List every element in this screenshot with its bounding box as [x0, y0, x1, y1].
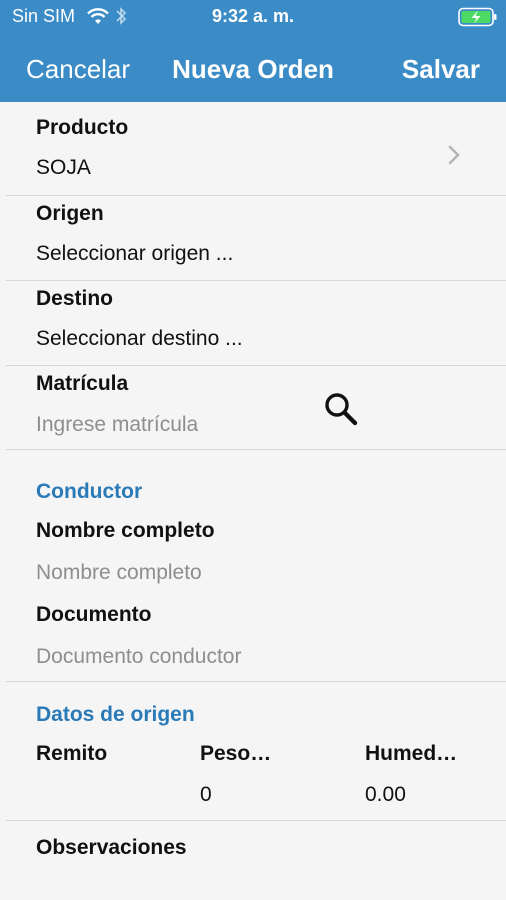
producto-value: SOJA	[36, 156, 91, 179]
divider	[6, 820, 506, 821]
battery-charging-icon	[458, 7, 497, 27]
chevron-right-icon	[448, 145, 460, 165]
nombre-completo-label: Nombre completo	[36, 519, 215, 542]
status-bar: Sin SIM 9:32 a. m.	[0, 0, 506, 34]
peso-input[interactable]: 0	[200, 783, 212, 807]
save-button[interactable]: Salvar	[402, 54, 480, 85]
origen-label: Origen	[36, 202, 104, 225]
origen-row[interactable]: Origen Seleccionar origen ...	[0, 196, 506, 280]
top-bar: Sin SIM 9:32 a. m. Cancelar Nueva Orden …	[0, 0, 506, 102]
divider	[6, 681, 506, 682]
destino-value: Seleccionar destino ...	[36, 327, 243, 350]
status-time: 9:32 a. m.	[211, 6, 295, 26]
conductor-section-header: Conductor	[36, 480, 143, 503]
documento-input[interactable]: Documento conductor	[36, 645, 241, 669]
matricula-input[interactable]: Ingrese matrícula	[36, 413, 198, 437]
remito-column-label: Remito	[36, 742, 108, 765]
documento-label: Documento	[36, 603, 152, 626]
search-icon[interactable]	[322, 390, 360, 428]
producto-label: Producto	[36, 116, 129, 139]
producto-row[interactable]: Producto SOJA	[0, 102, 506, 196]
peso-column-label: Peso…	[200, 742, 272, 765]
humedad-input[interactable]: 0.00	[365, 783, 406, 807]
navigation-bar: Cancelar Nueva Orden Salvar	[0, 44, 506, 92]
humedad-column-label: Humed…	[365, 742, 458, 765]
divider	[6, 449, 506, 450]
origen-value: Seleccionar origen ...	[36, 242, 234, 265]
observaciones-label: Observaciones	[36, 836, 187, 859]
destino-row[interactable]: Destino Seleccionar destino ...	[0, 281, 506, 365]
matricula-label: Matrícula	[36, 372, 129, 395]
nombre-completo-input[interactable]: Nombre completo	[36, 561, 202, 585]
destino-label: Destino	[36, 287, 114, 310]
matricula-row: Matrícula Ingrese matrícula	[0, 366, 506, 450]
datos-origen-section-header: Datos de origen	[36, 703, 195, 726]
